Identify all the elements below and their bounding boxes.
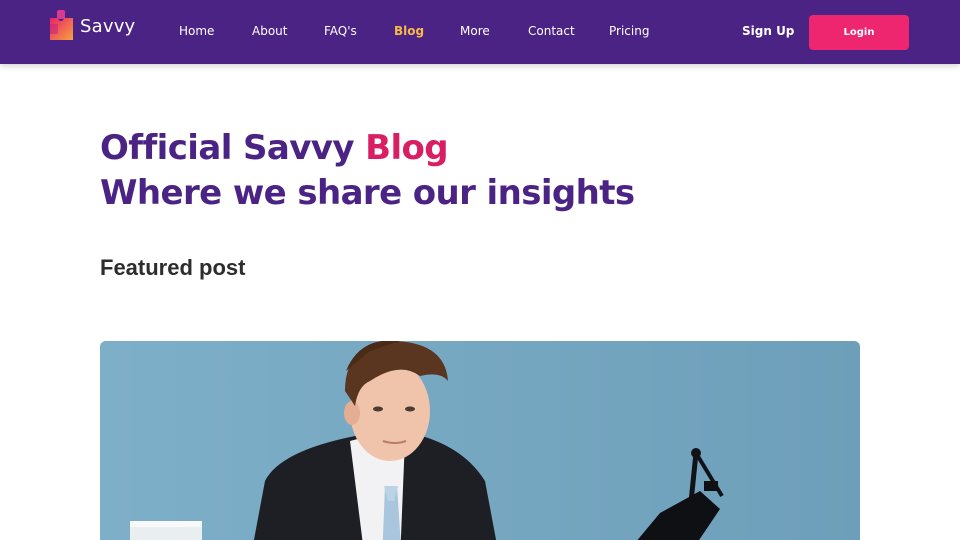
title-prefix: Official Savvy — [100, 128, 366, 168]
navbar: Savvy Home About FAQ's Blog More Contact… — [0, 0, 960, 64]
puzzle-piece-logo-icon — [50, 10, 73, 40]
sign-up-link[interactable]: Sign Up — [742, 24, 794, 38]
nav-link-about[interactable]: About — [252, 24, 287, 38]
page-title: Official Savvy Blog Where we share our i… — [100, 126, 820, 216]
nav-link-contact[interactable]: Contact — [528, 24, 575, 38]
featured-post-image[interactable] — [100, 341, 860, 540]
nav-link-faqs[interactable]: FAQ's — [324, 24, 357, 38]
nav-link-home[interactable]: Home — [179, 24, 214, 38]
brand-name: Savvy — [80, 15, 136, 37]
featured-post-heading: Featured post — [100, 255, 246, 280]
nav-link-blog[interactable]: Blog — [394, 24, 424, 38]
nav-link-pricing[interactable]: Pricing — [609, 24, 649, 38]
title-subtitle: Where we share our insights — [100, 173, 635, 213]
featured-photo-illustration — [100, 341, 860, 540]
brand-logo[interactable]: Savvy — [49, 10, 135, 42]
title-accent: Blog — [365, 128, 449, 168]
login-button[interactable]: Login — [809, 15, 909, 50]
nav-link-more[interactable]: More — [460, 24, 490, 38]
